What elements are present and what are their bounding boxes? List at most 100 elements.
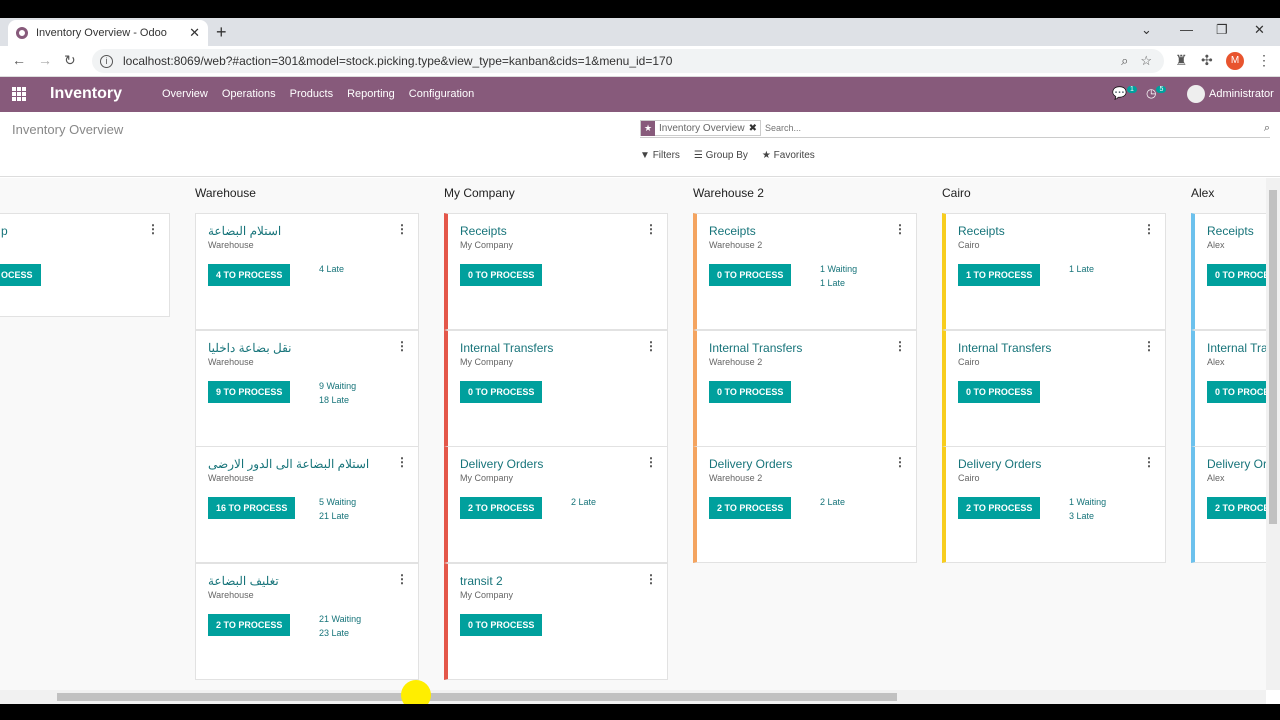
minimize-icon[interactable]: — (1180, 22, 1193, 37)
close-icon[interactable]: ✕ (189, 25, 200, 41)
to-process-button[interactable]: 16 TO PROCESS (208, 497, 296, 519)
card-stat-link[interactable]: 2 Late (571, 497, 596, 507)
card-stat-link[interactable]: 1 Waiting (1069, 497, 1106, 507)
browser-tab[interactable]: Inventory Overview - Odoo ✕ (8, 20, 208, 46)
card-title[interactable]: Internal Transfers (958, 341, 1051, 355)
search-icon[interactable]: ⌕ (1264, 122, 1270, 135)
kanban-card[interactable]: تغليف البضاعة Warehouse ⋮ 2 TO PROCESS 21 Wa… (195, 563, 419, 680)
to-process-button[interactable]: 0 TO PROCESS (460, 614, 543, 636)
card-stat-link[interactable]: 1 Waiting (820, 264, 857, 274)
vertical-scrollbar[interactable] (1266, 178, 1280, 690)
kanban-card[interactable]: استلام البضاعة Warehouse ⋮ 4 TO PROCESS 4 La… (195, 213, 419, 330)
menu-operations[interactable]: Operations (222, 88, 276, 100)
to-process-button[interactable]: 2 TO PROCESS (958, 497, 1041, 519)
card-title[interactable]: Delivery Orders (958, 457, 1041, 471)
kebab-menu-icon[interactable]: ⋮ (1143, 339, 1155, 353)
to-process-button[interactable]: 0 TO PROCESS (709, 264, 792, 286)
horizontal-scrollbar[interactable] (0, 690, 1266, 704)
card-title[interactable]: استلام البضاعة الى الدور الارضى (208, 457, 369, 471)
profile-avatar[interactable]: M (1226, 52, 1244, 70)
bookmark-star-icon[interactable]: ☆ (1140, 53, 1152, 69)
kebab-menu-icon[interactable]: ⋮ (645, 455, 657, 469)
zoom-icon[interactable]: ⌕ (1121, 53, 1128, 69)
to-process-button[interactable]: 0 TO PROCESS (709, 381, 792, 403)
card-title[interactable]: Internal Transfers (1207, 341, 1266, 355)
kebab-menu-icon[interactable]: ⋮ (396, 222, 408, 236)
card-title[interactable]: Internal Transfers (460, 341, 553, 355)
card-stat-link[interactable]: 23 Late (319, 628, 349, 638)
kebab-menu-icon[interactable]: ⋮ (645, 222, 657, 236)
card-title[interactable]: Internal Transfers (709, 341, 802, 355)
close-window-icon[interactable]: ✕ (1254, 22, 1265, 38)
kanban-card[interactable]: Delivery Orders Cairo ⋮ 2 TO PROCESS 1 Waiti… (942, 446, 1166, 563)
menu-overview[interactable]: Overview (162, 88, 208, 100)
card-title[interactable]: Receipts (1207, 224, 1254, 238)
kebab-menu-icon[interactable]: ⋮ (396, 572, 408, 586)
to-process-button[interactable]: 9 TO PROCESS (208, 381, 291, 403)
card-stat-link[interactable]: 21 Waiting (319, 614, 361, 624)
group-by-button[interactable]: ☰ Group By (694, 150, 748, 161)
search-input[interactable] (764, 123, 1264, 133)
kanban-card[interactable]: Internal Transfers Warehouse 2 ⋮ 0 TO PROCE… (693, 330, 917, 447)
kanban-card[interactable]: Delivery OrdersAlex⋮2 TO PROCESS (1191, 446, 1266, 563)
kebab-menu-icon[interactable]: ⋮ (1257, 52, 1271, 69)
to-process-button[interactable]: 0 TO PROCESS (1207, 264, 1266, 286)
vertical-scroll-thumb[interactable] (1269, 190, 1277, 524)
kebab-menu-icon[interactable]: ⋮ (894, 455, 906, 469)
forward-arrow-icon[interactable]: → (38, 52, 52, 68)
to-process-button[interactable]: 2 TO PROCESS (460, 497, 543, 519)
card-title[interactable]: Delivery Orders (1207, 457, 1266, 471)
card-title[interactable]: Receipts (460, 224, 507, 238)
card-title[interactable]: Receipts (958, 224, 1005, 238)
kebab-menu-icon[interactable]: ⋮ (1143, 222, 1155, 236)
user-name[interactable]: Administrator (1209, 88, 1274, 100)
card-title[interactable]: transit 2 (460, 574, 503, 588)
menu-reporting[interactable]: Reporting (347, 88, 395, 100)
to-process-button[interactable]: OCESS (0, 264, 41, 286)
to-process-button[interactable]: 2 TO PROCESS (709, 497, 792, 519)
to-process-button[interactable]: 0 TO PROCESS (460, 264, 543, 286)
new-tab-icon[interactable]: + (216, 22, 227, 43)
card-stat-link[interactable]: 1 Late (820, 278, 845, 288)
card-title[interactable]: Receipts (709, 224, 756, 238)
card-title[interactable]: Delivery Orders (709, 457, 792, 471)
to-process-button[interactable]: 1 TO PROCESS (958, 264, 1041, 286)
kanban-card[interactable]: Receipts Cairo ⋮ 1 TO PROCESS 1 Late (942, 213, 1166, 330)
kebab-menu-icon[interactable]: ⋮ (894, 339, 906, 353)
kebab-menu-icon[interactable]: ⋮ (396, 339, 408, 353)
messages-button[interactable]: 💬 1 (1112, 86, 1137, 100)
kebab-menu-icon[interactable]: ⋮ (894, 222, 906, 236)
extension-icon[interactable]: ♜ (1175, 52, 1188, 69)
kanban-card[interactable]: transit 2 My Company ⋮ 0 TO PROCESS (444, 563, 668, 680)
kebab-menu-icon[interactable]: ⋮ (147, 222, 159, 236)
card-stat-link[interactable]: 18 Late (319, 395, 349, 405)
card-stat-link[interactable]: 4 Late (319, 264, 344, 274)
kebab-menu-icon[interactable]: ⋮ (645, 339, 657, 353)
horizontal-scroll-thumb[interactable] (57, 693, 897, 701)
reload-icon[interactable]: ↻ (64, 52, 76, 69)
card-stat-link[interactable]: 9 Waiting (319, 381, 356, 391)
user-avatar[interactable] (1187, 85, 1205, 103)
kanban-card[interactable]: Receipts My Company ⋮ 0 TO PROCESS (444, 213, 668, 330)
app-brand[interactable]: Inventory (50, 85, 122, 103)
favorites-button[interactable]: ★ Favorites (762, 150, 815, 161)
maximize-icon[interactable]: ❐ (1216, 22, 1228, 38)
to-process-button[interactable]: 4 TO PROCESS (208, 264, 291, 286)
filters-button[interactable]: ▼ Filters (640, 150, 680, 161)
activities-button[interactable]: ◷ 5 (1146, 86, 1167, 100)
puzzle-icon[interactable]: ✣ (1201, 52, 1213, 69)
kebab-menu-icon[interactable]: ⋮ (396, 455, 408, 469)
address-bar[interactable]: i localhost:8069/web?#action=301&model=s… (92, 49, 1164, 73)
card-title[interactable]: p (1, 224, 8, 238)
info-icon[interactable]: i (100, 54, 113, 68)
kanban-card[interactable]: استلام البضاعة الى الدور الارضى Warehouse… (195, 446, 419, 563)
card-stat-link[interactable]: 1 Late (1069, 264, 1094, 274)
card-stat-link[interactable]: 21 Late (319, 511, 349, 521)
card-title[interactable]: Delivery Orders (460, 457, 543, 471)
card-stat-link[interactable]: 3 Late (1069, 511, 1094, 521)
card-stat-link[interactable]: 5 Waiting (319, 497, 356, 507)
kanban-card[interactable]: Receipts Warehouse 2 ⋮ 0 TO PROCESS 1 Waitin… (693, 213, 917, 330)
card-title[interactable]: نقل بضاعة داخليا (208, 341, 292, 355)
kanban-card[interactable]: نقل بضاعة داخليا Warehouse ⋮ 9 TO PROCESS 9 … (195, 330, 419, 447)
to-process-button[interactable]: 2 TO PROCESS (1207, 497, 1266, 519)
